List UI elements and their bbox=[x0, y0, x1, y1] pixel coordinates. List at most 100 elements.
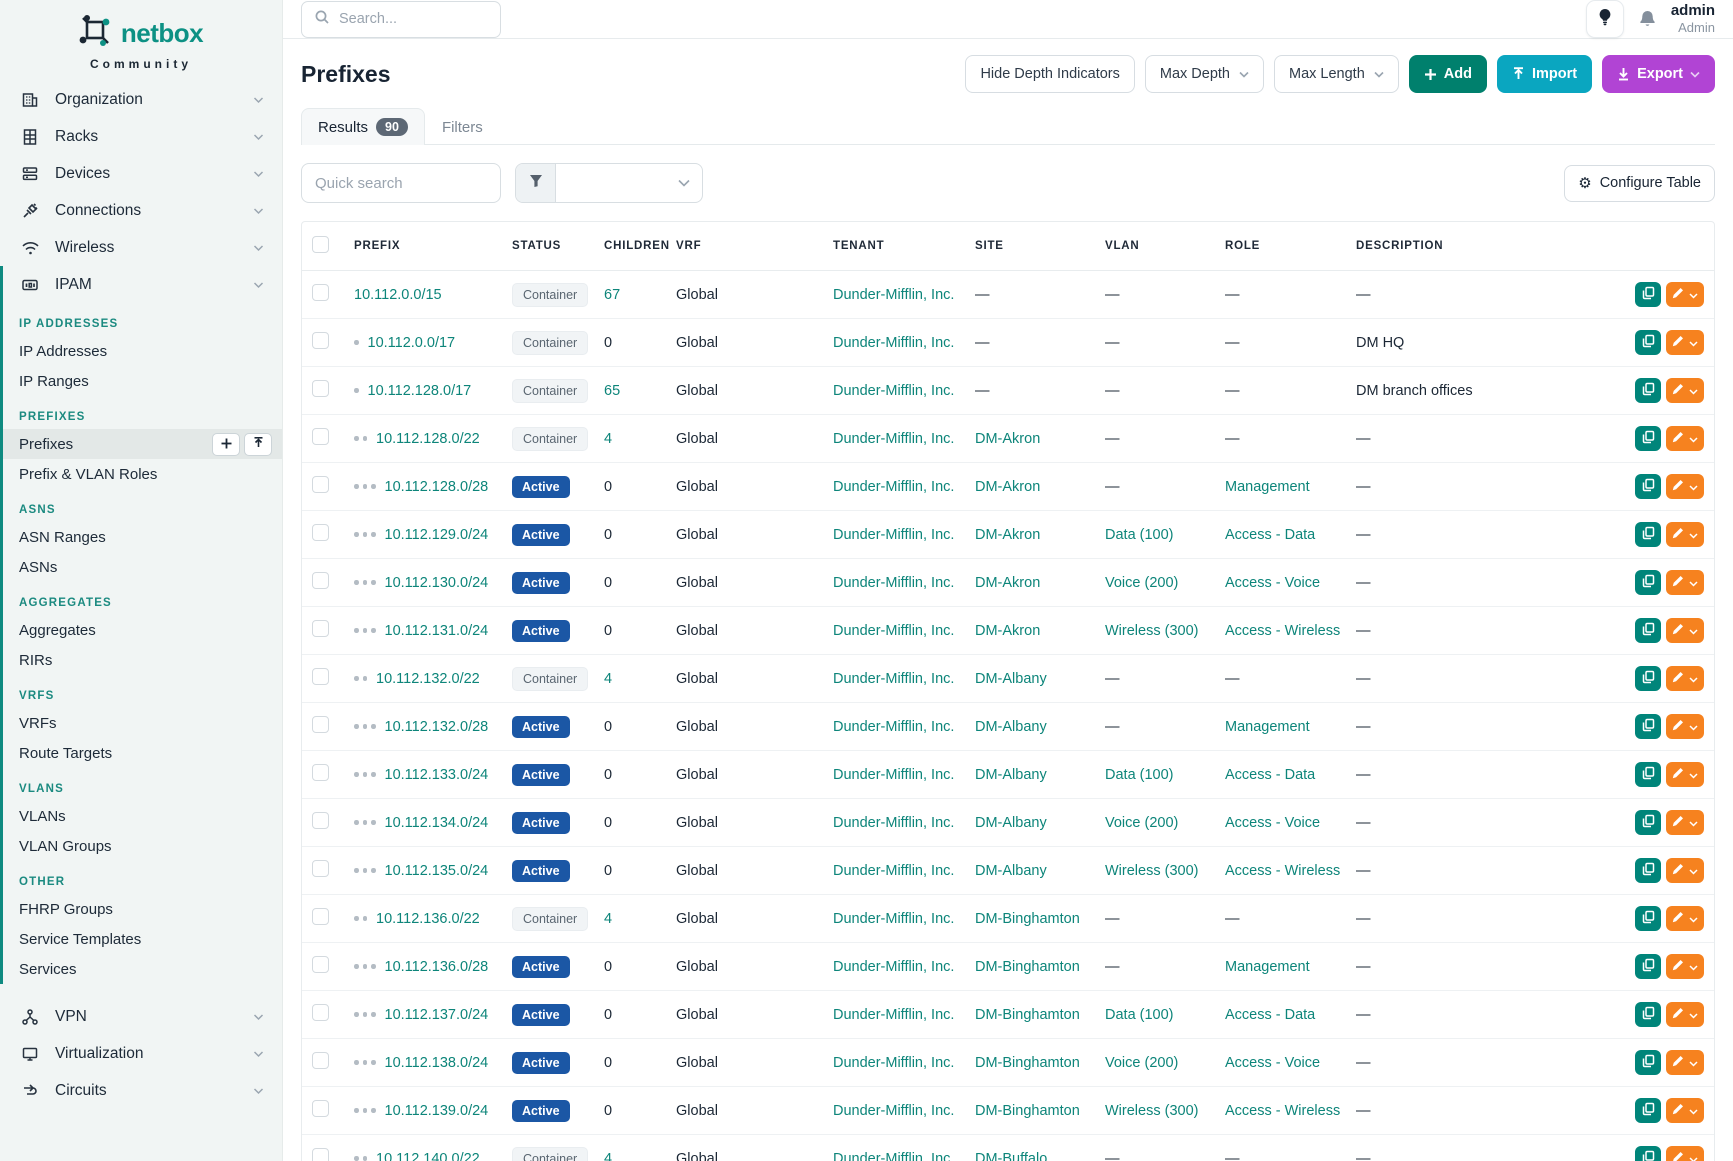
edit-split-button[interactable] bbox=[1666, 474, 1704, 499]
edit-split-button[interactable] bbox=[1666, 282, 1704, 307]
sidebar-item-organization[interactable]: Organization bbox=[0, 81, 282, 118]
row-checkbox[interactable] bbox=[312, 1100, 329, 1117]
prefix-link[interactable]: 10.112.128.0/22 bbox=[376, 431, 480, 447]
prefix-link[interactable]: 10.112.138.0/24 bbox=[385, 1055, 489, 1071]
children-link[interactable]: 4 bbox=[604, 671, 612, 687]
sidebar-item-vpn[interactable]: VPN bbox=[0, 998, 282, 1035]
row-checkbox[interactable] bbox=[312, 284, 329, 301]
sidebar-item-service-templates[interactable]: Service Templates bbox=[3, 924, 282, 954]
edit-split-button[interactable] bbox=[1666, 570, 1704, 595]
column-header-description[interactable]: DESCRIPTION bbox=[1346, 222, 1618, 271]
clone-button[interactable] bbox=[1635, 282, 1661, 307]
column-header-vrf[interactable]: VRF bbox=[666, 222, 823, 271]
sidebar-item-wireless[interactable]: Wireless bbox=[0, 229, 282, 266]
prefix-link[interactable]: 10.112.136.0/28 bbox=[385, 959, 489, 975]
children-link[interactable]: 67 bbox=[604, 287, 620, 303]
sidebar-item-fhrp-groups[interactable]: FHRP Groups bbox=[3, 894, 282, 924]
tenant-link[interactable]: Dunder-Mifflin, Inc. bbox=[833, 623, 954, 639]
tenant-link[interactable]: Dunder-Mifflin, Inc. bbox=[833, 1007, 954, 1023]
prefix-link[interactable]: 10.112.128.0/17 bbox=[368, 383, 472, 399]
export-dropdown-button[interactable]: Export bbox=[1602, 55, 1715, 93]
tenant-link[interactable]: Dunder-Mifflin, Inc. bbox=[833, 719, 954, 735]
prefix-link[interactable]: 10.112.132.0/22 bbox=[376, 671, 480, 687]
edit-split-button[interactable] bbox=[1666, 1146, 1704, 1161]
clone-button[interactable] bbox=[1635, 570, 1661, 595]
edit-split-button[interactable] bbox=[1666, 666, 1704, 691]
sidebar-item-circuits[interactable]: Circuits bbox=[0, 1072, 282, 1109]
row-checkbox[interactable] bbox=[312, 380, 329, 397]
clone-button[interactable] bbox=[1635, 426, 1661, 451]
children-link[interactable]: 4 bbox=[604, 911, 612, 927]
row-checkbox[interactable] bbox=[312, 860, 329, 877]
import-button[interactable]: Import bbox=[1497, 55, 1592, 93]
edit-split-button[interactable] bbox=[1666, 1098, 1704, 1123]
sidebar-item-route-targets[interactable]: Route Targets bbox=[3, 738, 282, 768]
tab-results[interactable]: Results 90 bbox=[301, 108, 425, 145]
row-checkbox[interactable] bbox=[312, 1148, 329, 1161]
clone-button[interactable] bbox=[1635, 954, 1661, 979]
prefix-link[interactable]: 10.112.131.0/24 bbox=[385, 623, 489, 639]
sidebar-item-vrfs[interactable]: VRFs bbox=[3, 708, 282, 738]
edit-split-button[interactable] bbox=[1666, 378, 1704, 403]
theme-toggle-button[interactable] bbox=[1586, 0, 1624, 38]
sidebar-prefixes-plus-button[interactable] bbox=[212, 433, 240, 456]
row-checkbox[interactable] bbox=[312, 956, 329, 973]
clone-button[interactable] bbox=[1635, 1098, 1661, 1123]
row-checkbox[interactable] bbox=[312, 524, 329, 541]
tenant-link[interactable]: Dunder-Mifflin, Inc. bbox=[833, 1103, 954, 1119]
sidebar-item-ip-ranges[interactable]: IP Ranges bbox=[3, 366, 282, 396]
clone-button[interactable] bbox=[1635, 378, 1661, 403]
sidebar-prefixes-upload-button[interactable] bbox=[244, 433, 272, 456]
hide-depth-indicators-button[interactable]: Hide Depth Indicators bbox=[965, 55, 1134, 93]
sidebar-item-ipam[interactable]: IPAM bbox=[3, 266, 282, 303]
edit-split-button[interactable] bbox=[1666, 1002, 1704, 1027]
column-header-prefix[interactable]: PREFIX bbox=[344, 222, 502, 271]
prefix-link[interactable]: 10.112.129.0/24 bbox=[385, 527, 489, 543]
clone-button[interactable] bbox=[1635, 666, 1661, 691]
clone-button[interactable] bbox=[1635, 1146, 1661, 1161]
row-checkbox[interactable] bbox=[312, 620, 329, 637]
sidebar-item-services[interactable]: Services bbox=[3, 954, 282, 984]
prefix-link[interactable]: 10.112.136.0/22 bbox=[376, 911, 480, 927]
prefix-link[interactable]: 10.112.140.0/22 bbox=[376, 1151, 480, 1161]
tenant-link[interactable]: Dunder-Mifflin, Inc. bbox=[833, 335, 954, 351]
edit-split-button[interactable] bbox=[1666, 426, 1704, 451]
tenant-link[interactable]: Dunder-Mifflin, Inc. bbox=[833, 431, 954, 447]
tenant-link[interactable]: Dunder-Mifflin, Inc. bbox=[833, 959, 954, 975]
sidebar-item-rirs[interactable]: RIRs bbox=[3, 645, 282, 675]
prefix-link[interactable]: 10.112.139.0/24 bbox=[385, 1103, 489, 1119]
edit-split-button[interactable] bbox=[1666, 618, 1704, 643]
edit-split-button[interactable] bbox=[1666, 762, 1704, 787]
prefix-link[interactable]: 10.112.0.0/17 bbox=[368, 335, 456, 351]
filter-funnel-button[interactable] bbox=[516, 164, 556, 202]
sidebar-item-ip-addresses[interactable]: IP Addresses bbox=[3, 336, 282, 366]
column-header-vlan[interactable]: VLAN bbox=[1095, 222, 1215, 271]
column-header-children[interactable]: CHILDREN bbox=[594, 222, 666, 271]
sidebar-item-prefix-vlan-roles[interactable]: Prefix & VLAN Roles bbox=[3, 459, 282, 489]
clone-button[interactable] bbox=[1635, 1002, 1661, 1027]
edit-split-button[interactable] bbox=[1666, 330, 1704, 355]
prefix-link[interactable]: 10.112.132.0/28 bbox=[385, 719, 489, 735]
prefix-link[interactable]: 10.112.135.0/24 bbox=[385, 863, 489, 879]
row-checkbox[interactable] bbox=[312, 1052, 329, 1069]
max-length-dropdown[interactable]: Max Length bbox=[1274, 55, 1399, 93]
sidebar-item-virtualization[interactable]: Virtualization bbox=[0, 1035, 282, 1072]
tenant-link[interactable]: Dunder-Mifflin, Inc. bbox=[833, 815, 954, 831]
row-checkbox[interactable] bbox=[312, 908, 329, 925]
row-checkbox[interactable] bbox=[312, 476, 329, 493]
row-checkbox[interactable] bbox=[312, 332, 329, 349]
column-header-status[interactable]: STATUS bbox=[502, 222, 594, 271]
clone-button[interactable] bbox=[1635, 618, 1661, 643]
row-checkbox[interactable] bbox=[312, 1004, 329, 1021]
clone-button[interactable] bbox=[1635, 762, 1661, 787]
row-checkbox[interactable] bbox=[312, 764, 329, 781]
children-link[interactable]: 4 bbox=[604, 1151, 612, 1161]
edit-split-button[interactable] bbox=[1666, 522, 1704, 547]
clone-button[interactable] bbox=[1635, 1050, 1661, 1075]
edit-split-button[interactable] bbox=[1666, 714, 1704, 739]
prefix-link[interactable]: 10.112.0.0/15 bbox=[354, 287, 442, 303]
clone-button[interactable] bbox=[1635, 714, 1661, 739]
tab-filters[interactable]: Filters bbox=[425, 109, 500, 145]
prefix-link[interactable]: 10.112.134.0/24 bbox=[385, 815, 489, 831]
tenant-link[interactable]: Dunder-Mifflin, Inc. bbox=[833, 575, 954, 591]
